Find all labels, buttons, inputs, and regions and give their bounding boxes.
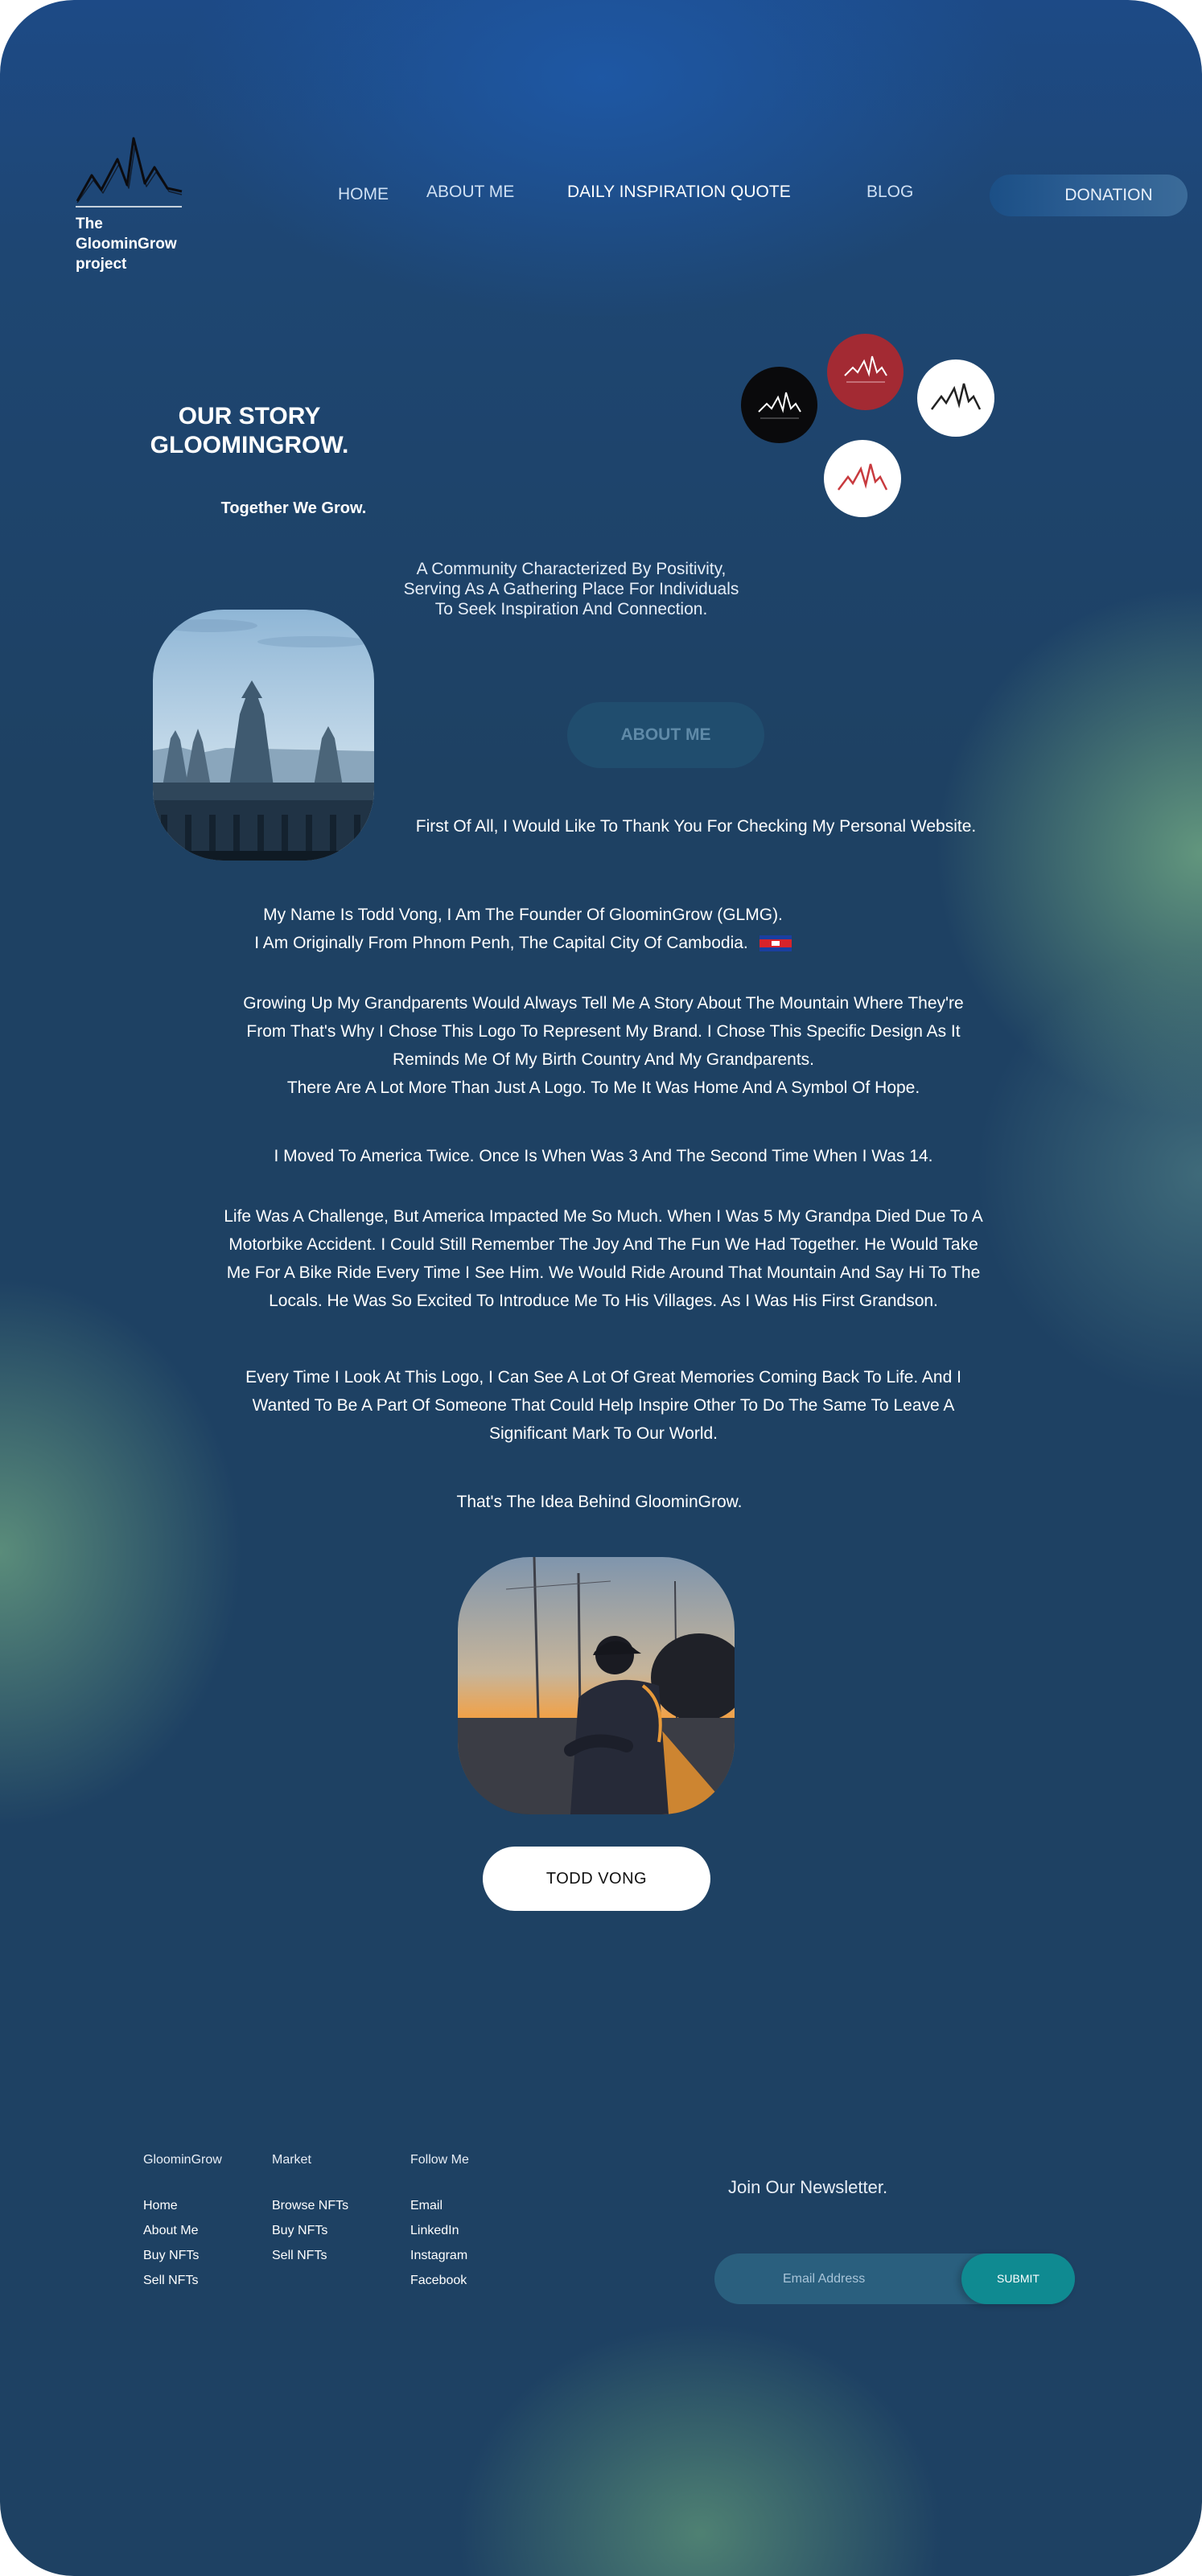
logo-badge-white-red <box>824 440 901 517</box>
mountain-icon <box>838 463 888 491</box>
footer-heading: Follow Me <box>410 2153 469 2167</box>
grow-line-3: Reminds Me Of My Birth Country And My Gr… <box>392 1050 815 1069</box>
thanks-paragraph: First Of All, I Would Like To Thank You … <box>415 817 977 836</box>
footer-link-browse-nfts[interactable]: Browse NFTs <box>272 2193 348 2218</box>
every-line-3: Significant Mark To Our World. <box>489 1424 718 1443</box>
logo-divider <box>76 206 182 207</box>
intro-line-2: I Am Originally From Phnom Penh, The Cap… <box>254 934 748 952</box>
tagline: Together We Grow. <box>220 499 367 517</box>
footer-link-buy-nfts[interactable]: Buy NFTs <box>272 2218 348 2243</box>
community-line-3: To Seek Inspiration And Connection. <box>434 600 708 618</box>
mountain-icon <box>757 392 801 418</box>
mountain-icon <box>931 383 982 410</box>
life-line-3: Me For A Bike Ride Every Time I See Him.… <box>226 1263 981 1282</box>
footer-link-instagram[interactable]: Instagram <box>410 2243 469 2268</box>
memories-paragraph: Every Time I Look At This Logo, I Can Se… <box>217 1363 990 1448</box>
grow-line-1: Growing Up My Grandparents Would Always … <box>243 994 964 1013</box>
footer-heading: GloominGrow <box>143 2153 222 2167</box>
life-line-2: Motorbike Accident. I Could Still Rememb… <box>228 1235 978 1254</box>
footer-link-facebook[interactable]: Facebook <box>410 2268 469 2293</box>
page-background: The GloominGrow project HOME ABOUT ME DA… <box>0 0 1202 2576</box>
footer-link-sell-nfts[interactable]: Sell NFTs <box>272 2243 348 2268</box>
nav-daily-inspiration-quote[interactable]: DAILY INSPIRATION QUOTE <box>567 183 791 202</box>
logo-story-paragraph: Growing Up My Grandparents Would Always … <box>217 989 990 1102</box>
grow-line-4: There Are A Lot More Than Just A Logo. T… <box>286 1078 920 1097</box>
footer-column-follow-me: Follow Me Email LinkedIn Instagram Faceb… <box>410 2153 469 2293</box>
footer-column-gloomingrow: GloominGrow Home About Me Buy NFTs Sell … <box>143 2153 222 2293</box>
brand-logo[interactable]: The GloominGrow project <box>76 135 188 274</box>
logo-badge-white <box>917 359 994 437</box>
temple-photo <box>153 610 374 861</box>
page-title: OUR STORY GLOOMINGROW. <box>121 402 378 460</box>
logo-text: The GloominGrow project <box>76 216 177 273</box>
mountain-icon <box>843 355 887 382</box>
mountain-icon <box>76 137 183 203</box>
title-line-1: OUR STORY <box>178 403 321 429</box>
moved-paragraph: I Moved To America Twice. Once Is When W… <box>274 1147 933 1165</box>
cambodia-flag-icon <box>759 935 792 952</box>
submit-button[interactable]: SUBMIT <box>961 2253 1075 2304</box>
email-field[interactable] <box>714 2253 980 2304</box>
intro-line-1: My Name Is Todd Vong, I Am The Founder O… <box>263 906 783 924</box>
nav-about-me[interactable]: ABOUT ME <box>426 183 514 202</box>
idea-paragraph: That's The Idea Behind GloominGrow. <box>456 1493 743 1511</box>
newsletter-form: SUBMIT <box>714 2253 1075 2304</box>
footer-column-market: Market Browse NFTs Buy NFTs Sell NFTs <box>272 2153 348 2268</box>
footer-link-home[interactable]: Home <box>143 2193 222 2218</box>
nav-blog[interactable]: BLOG <box>867 183 913 202</box>
nav-home[interactable]: HOME <box>338 185 389 204</box>
newsletter-heading: Join Our Newsletter. <box>728 2177 888 2197</box>
footer-link-buy-nfts[interactable]: Buy NFTs <box>143 2243 222 2268</box>
every-line-2: Wanted To Be A Part Of Someone That Coul… <box>252 1396 955 1415</box>
todd-vong-photo <box>458 1557 735 1814</box>
footer-link-about-me[interactable]: About Me <box>143 2218 222 2243</box>
footer-link-linkedin[interactable]: LinkedIn <box>410 2218 469 2243</box>
todd-vong-button[interactable]: TODD VONG <box>483 1847 710 1911</box>
donation-button[interactable]: DONATION <box>990 175 1188 216</box>
life-line-4: Locals. He Was So Excited To Introduce M… <box>269 1292 938 1310</box>
life-paragraph: Life Was A Challenge, But America Impact… <box>217 1202 990 1315</box>
footer-link-sell-nfts[interactable]: Sell NFTs <box>143 2268 222 2293</box>
logo-badge-red <box>827 334 904 410</box>
footer-heading: Market <box>272 2153 311 2167</box>
about-me-button[interactable]: ABOUT ME <box>567 702 764 768</box>
community-line-1: A Community Characterized By Positivity, <box>416 560 727 578</box>
community-description: A Community Characterized By Positivity,… <box>362 559 780 619</box>
every-line-1: Every Time I Look At This Logo, I Can Se… <box>245 1368 961 1387</box>
footer-link-email[interactable]: Email <box>410 2193 469 2218</box>
grow-line-2: From That's Why I Chose This Logo To Rep… <box>246 1022 961 1041</box>
life-line-1: Life Was A Challenge, But America Impact… <box>224 1207 983 1226</box>
intro-paragraph: My Name Is Todd Vong, I Am The Founder O… <box>217 901 829 957</box>
title-line-2: GLOOMINGROW. <box>150 432 349 458</box>
community-line-2: Serving As A Gathering Place For Individ… <box>403 580 739 598</box>
logo-badge-black <box>741 367 817 443</box>
